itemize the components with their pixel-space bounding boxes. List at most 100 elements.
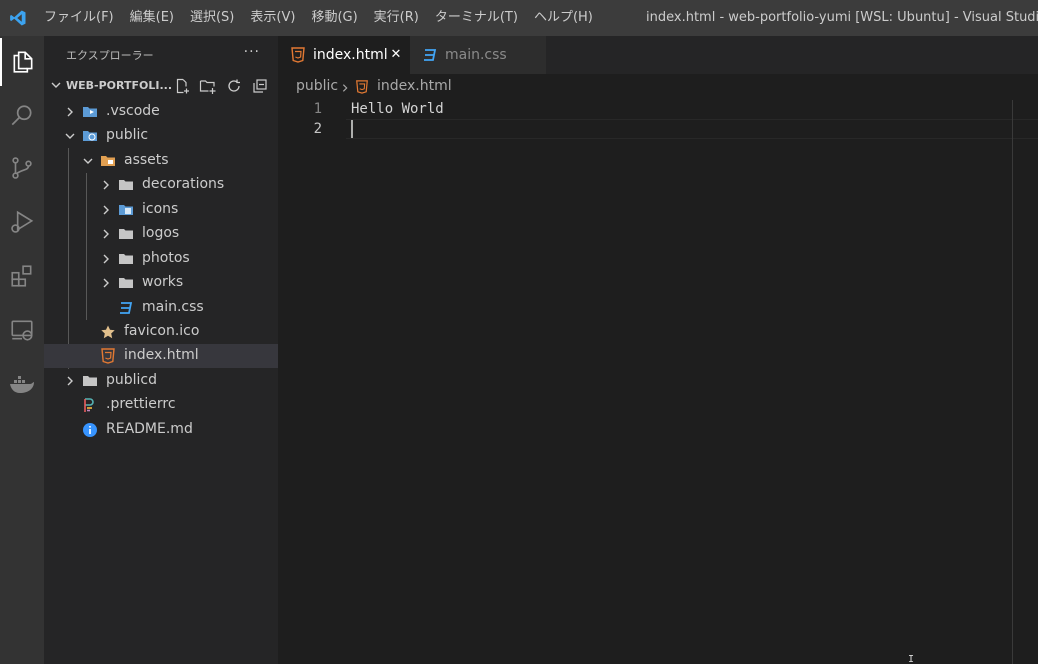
chevron-right-icon — [100, 204, 112, 220]
workspace-section-header[interactable]: WEB-PORTFOLI... — [44, 74, 278, 98]
chevron-right-icon — [100, 228, 112, 244]
activity-bar — [0, 36, 44, 664]
folder-icon — [118, 275, 134, 291]
window-title: index.html - web-portfolio-yumi [WSL: Ub… — [646, 10, 1038, 25]
menu-run[interactable]: 実行(R) — [366, 0, 427, 36]
chevron-down-icon — [82, 155, 94, 171]
tree-item-favicon[interactable]: favicon.ico — [44, 320, 278, 344]
chevron-right-icon — [64, 106, 76, 122]
text-cursor — [351, 120, 353, 138]
vscode-logo-icon — [0, 0, 36, 36]
line-number: 2 — [313, 121, 322, 137]
tree-item-works[interactable]: works — [44, 271, 278, 295]
chevron-right-icon — [100, 179, 112, 195]
tree-item-label: main.css — [142, 299, 204, 315]
info-file-icon — [82, 422, 98, 438]
tree-item-publicd[interactable]: publicd — [44, 369, 278, 393]
tree-item-label: icons — [142, 201, 179, 217]
html-file-icon — [100, 348, 116, 364]
folder-icon — [82, 373, 98, 389]
tab-label: index.html — [313, 47, 388, 63]
more-actions-button[interactable]: ··· — [244, 44, 260, 60]
folder-icon — [118, 226, 134, 242]
editor-tabs: index.html ✕ main.css — [278, 36, 1038, 74]
vscode-folder-icon — [82, 104, 98, 120]
remote-explorer-icon[interactable] — [0, 306, 44, 354]
chevron-down-icon — [64, 130, 76, 146]
tree-item-label: logos — [142, 225, 180, 241]
tab-label: main.css — [445, 47, 507, 63]
code-line: Hello World — [351, 101, 444, 117]
collapse-all-icon[interactable] — [250, 76, 270, 96]
title-bar: ファイル(F) 編集(E) 選択(S) 表示(V) 移動(G) 実行(R) ター… — [0, 0, 1038, 36]
folder-icon — [118, 177, 134, 193]
tree-item-logos[interactable]: logos — [44, 222, 278, 246]
tree-item-icons[interactable]: icons — [44, 198, 278, 222]
menu-help[interactable]: ヘルプ(H) — [526, 0, 601, 36]
tree-item-label: public — [106, 127, 149, 143]
breadcrumb-folder[interactable]: public — [296, 78, 338, 94]
chevron-down-icon — [50, 79, 62, 94]
tree-item-public[interactable]: public — [44, 124, 278, 148]
source-control-icon[interactable] — [0, 144, 44, 192]
prettier-file-icon — [82, 397, 98, 413]
tree-item-prettierrc[interactable]: .prettierrc — [44, 393, 278, 417]
chevron-right-icon — [340, 81, 350, 97]
menu-selection[interactable]: 選択(S) — [182, 0, 242, 36]
tree-item-assets[interactable]: assets — [44, 149, 278, 173]
mouse-ibeam-icon: I — [908, 654, 915, 664]
close-icon[interactable]: ✕ — [388, 46, 404, 62]
chevron-right-icon — [64, 375, 76, 391]
tab-main-css[interactable]: main.css — [410, 36, 546, 74]
breadcrumb: public index.html — [278, 74, 1038, 98]
menu-terminal[interactable]: ターミナル(T) — [427, 0, 526, 36]
sidebar-header: エクスプローラー ··· — [44, 36, 278, 74]
tree-item-photos[interactable]: photos — [44, 247, 278, 271]
tree-item-label: works — [142, 274, 184, 290]
chevron-right-icon — [100, 253, 112, 269]
tree-item-label: decorations — [142, 176, 225, 192]
new-folder-icon[interactable] — [198, 76, 218, 96]
search-icon[interactable] — [0, 92, 44, 140]
tree-item-label: publicd — [106, 372, 158, 388]
tree-item-main-css[interactable]: main.css — [44, 296, 278, 320]
tree-item-vscode[interactable]: .vscode — [44, 100, 278, 124]
tree-item-index-html[interactable]: index.html — [44, 344, 278, 368]
tree-item-label: favicon.ico — [124, 323, 200, 339]
menu-file[interactable]: ファイル(F) — [36, 0, 122, 36]
workspace-name: WEB-PORTFOLI... — [66, 79, 172, 92]
tree-item-label: .vscode — [106, 103, 160, 119]
docker-icon[interactable] — [0, 360, 44, 408]
menu-go[interactable]: 移動(G) — [303, 0, 365, 36]
breadcrumb-file[interactable]: index.html — [377, 78, 452, 94]
tree-item-label: photos — [142, 250, 190, 266]
current-line-highlight — [346, 119, 1038, 139]
chevron-right-icon — [100, 277, 112, 293]
extensions-icon[interactable] — [0, 252, 44, 300]
public-folder-icon — [82, 128, 98, 144]
explorer-icon[interactable] — [0, 38, 44, 86]
editor-ruler — [1012, 100, 1013, 664]
sidebar-title: エクスプローラー — [66, 49, 154, 62]
favicon-star-icon — [100, 324, 116, 340]
explorer-sidebar: エクスプローラー ··· WEB-PORTFOLI... .vscode pub… — [44, 36, 278, 664]
tree-item-readme[interactable]: README.md — [44, 418, 278, 442]
new-file-icon[interactable] — [172, 76, 192, 96]
tree-item-label: .prettierrc — [106, 396, 176, 412]
tree-item-decorations[interactable]: decorations — [44, 173, 278, 197]
html-file-icon — [290, 47, 306, 63]
css-file-icon — [422, 47, 438, 63]
menu-view[interactable]: 表示(V) — [242, 0, 303, 36]
assets-folder-icon — [100, 153, 116, 169]
menu-bar: ファイル(F) 編集(E) 選択(S) 表示(V) 移動(G) 実行(R) ター… — [36, 0, 601, 36]
run-debug-icon[interactable] — [0, 198, 44, 246]
tree-item-label: index.html — [124, 347, 199, 363]
code-editor[interactable]: 1 2 Hello World — [278, 98, 1038, 664]
css-file-icon — [118, 300, 134, 316]
tree-item-label: README.md — [106, 421, 193, 437]
menu-edit[interactable]: 編集(E) — [122, 0, 182, 36]
html-file-icon — [354, 79, 370, 95]
refresh-icon[interactable] — [224, 76, 244, 96]
tab-index-html[interactable]: index.html ✕ — [278, 36, 410, 74]
icons-folder-icon — [118, 202, 134, 218]
